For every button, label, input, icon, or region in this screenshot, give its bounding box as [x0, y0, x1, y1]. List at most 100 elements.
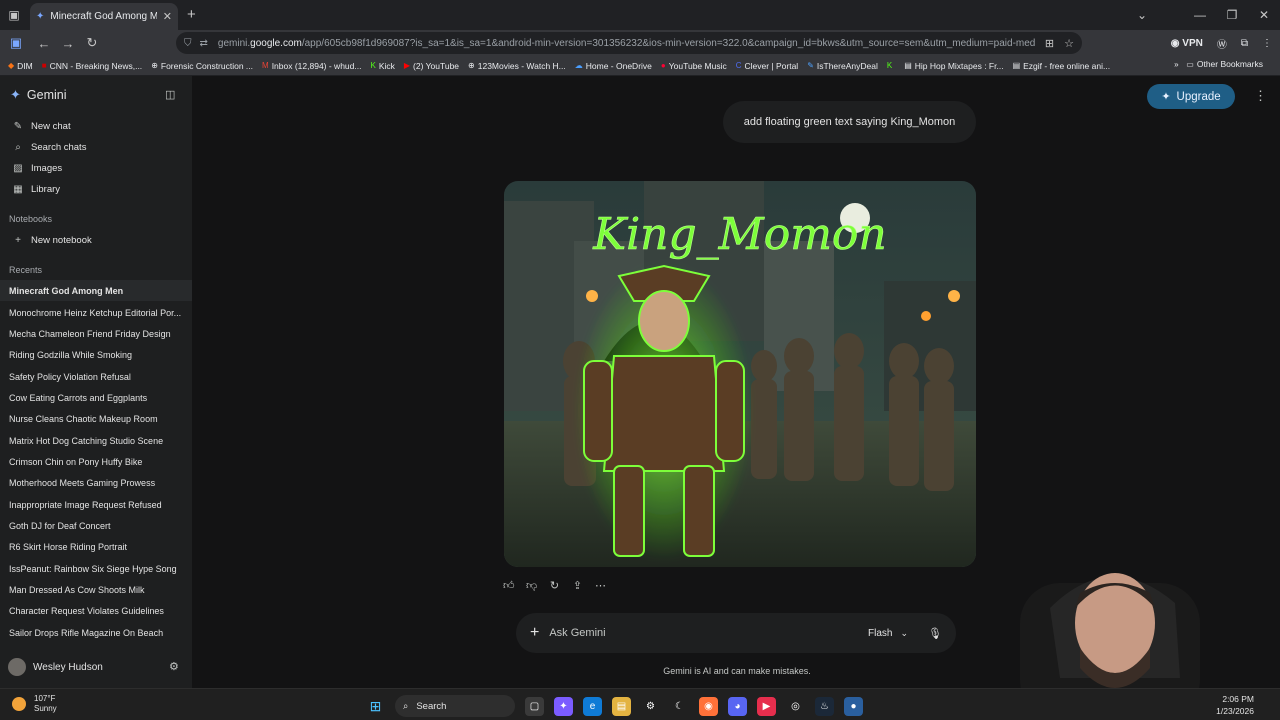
new-notebook-button[interactable]: + New notebook [12, 235, 92, 246]
recent-chat-item[interactable]: Character Request Violates Guidelines [0, 600, 192, 621]
edge-icon[interactable]: e [583, 696, 602, 716]
install-app-icon[interactable]: ⊞ [1045, 37, 1054, 50]
search-chats-button[interactable]: ⌕ Search chats [12, 142, 86, 153]
recent-chat-item[interactable]: Sailor Drops Rifle Magazine On Beach [0, 622, 192, 643]
url-text[interactable]: gemini.google.com/app/605cb98f1d969087?i… [218, 38, 1035, 49]
user-name: Wesley Hudson [33, 661, 103, 673]
sidebar-panel-icon[interactable]: ▣ [4, 35, 28, 51]
extension-w-icon[interactable]: Ⓦ [1217, 36, 1227, 51]
user-account[interactable]: Wesley Hudson [8, 658, 103, 676]
bookmark-item[interactable]: K Kick [370, 61, 394, 71]
recent-chat-item[interactable]: Riding Godzilla While Smoking [0, 344, 192, 365]
site-info-icon[interactable]: ⛉ [184, 38, 192, 49]
recent-chat-item[interactable]: Safety Policy Violation Refusal [0, 366, 192, 387]
bookmark-star-icon[interactable]: ☆ [1064, 37, 1074, 50]
copilot-icon[interactable]: ✦ [554, 696, 573, 716]
app-icon[interactable]: ☾ [670, 697, 689, 716]
more-icon[interactable]: ⋯ [595, 579, 606, 592]
collapse-sidebar-icon[interactable]: ◫ [165, 88, 175, 101]
upgrade-button[interactable]: ✦ Upgrade [1147, 84, 1235, 109]
recents-heading: Recents [9, 265, 43, 275]
bookmark-item[interactable]: ▤ Hip Hop Mixtapes : Fr... [904, 61, 1003, 71]
share-icon[interactable]: ⇪ [572, 579, 583, 592]
recent-chat-item[interactable]: Monochrome Heinz Ketchup Editorial Por..… [0, 302, 192, 323]
regenerate-icon[interactable]: ↻ [549, 579, 560, 592]
edit-icon: ✎ [13, 121, 23, 132]
bookmark-item[interactable]: ☁ Home - OneDrive [575, 61, 652, 71]
discord-icon[interactable]: ◕ [728, 696, 747, 716]
chrome-icon[interactable]: ◎ [786, 697, 805, 716]
more-options-icon[interactable]: ⋮ [1254, 88, 1267, 104]
bookmark-item[interactable]: C Clever | Portal [736, 61, 798, 71]
obs-icon[interactable]: ● [844, 696, 863, 716]
minimize-icon[interactable]: — [1184, 8, 1216, 22]
generated-image[interactable]: King_Momon [504, 181, 976, 567]
settings-icon[interactable]: ⚙ [641, 697, 660, 716]
generated-image-art: King_Momon [504, 181, 976, 567]
system-clock[interactable]: 2:06 PM 1/23/2026 [1216, 693, 1254, 717]
new-tab-icon[interactable]: + [187, 6, 196, 23]
extensions-puzzle-icon[interactable]: ⧉ [1241, 38, 1248, 49]
firefox-icon[interactable]: ◉ [699, 696, 718, 716]
windows-start-icon[interactable]: ⊞ [366, 697, 385, 716]
thumbs-up-icon[interactable]: 👍︎ [503, 579, 515, 592]
settings-gear-icon[interactable]: ⚙ [169, 660, 179, 673]
bookmark-item[interactable]: ■ CNN - Breaking News,... [42, 61, 142, 71]
back-icon[interactable]: ← [32, 36, 56, 51]
recent-chat-item[interactable]: Minecraft God Among Men [0, 280, 192, 301]
recent-chat-item[interactable]: Mecha Chameleon Friend Friday Design [0, 323, 192, 344]
recent-chat-item[interactable]: Nurse Cleans Chaotic Makeup Room [0, 408, 192, 429]
reload-icon[interactable]: ↻ [80, 35, 104, 51]
recent-chat-item[interactable]: Crimson Chin on Pony Huffy Bike [0, 451, 192, 472]
bookmark-item[interactable]: ▤ Ezgif - free online ani... [1013, 61, 1111, 71]
close-window-icon[interactable]: ✕ [1248, 8, 1280, 22]
model-selector[interactable]: Flash ⌄ [868, 628, 908, 639]
recent-chat-item[interactable]: Motherhood Meets Gaming Prowess [0, 472, 192, 493]
images-button[interactable]: ▨ Images [12, 163, 62, 174]
recent-chat-item[interactable]: Cow Eating Carrots and Eggplants [0, 387, 192, 408]
tab-actions-icon[interactable]: ▣ [0, 1, 28, 29]
address-bar[interactable]: ⛉ ⇄ gemini.google.com/app/605cb98f1d9690… [176, 32, 1082, 54]
library-button[interactable]: ▦ Library [12, 184, 60, 195]
tab-search-chevron-icon[interactable]: ⌄ [1122, 8, 1162, 22]
prompt-box: + Flash⌄ 🎙︎ [516, 613, 956, 653]
bookmark-item[interactable]: ◆ DIM [8, 61, 33, 71]
maximize-icon[interactable]: ❐ [1216, 8, 1248, 22]
recent-chat-item[interactable]: Inappropriate Image Request Refused [0, 494, 192, 515]
browser-menu-icon[interactable]: ⋮ [1262, 38, 1272, 49]
recent-chat-item[interactable]: R6 Skirt Horse Riding Portrait [0, 536, 192, 557]
recent-chat-item[interactable]: Goth DJ for Deaf Concert [0, 515, 192, 536]
image-floating-text: King_Momon [592, 209, 887, 260]
vpn-button[interactable]: ◉ VPN [1171, 38, 1203, 49]
media-player-icon[interactable]: ▶ [757, 696, 776, 716]
bookmark-item[interactable]: ● YouTube Music [661, 61, 727, 71]
prompt-input[interactable] [549, 627, 869, 639]
recent-chat-item[interactable]: Matrix Hot Dog Catching Studio Scene [0, 430, 192, 451]
bookmark-item[interactable]: ⊕ 123Movies - Watch H... [468, 61, 566, 71]
gemini-logo[interactable]: ✦ Gemini [10, 87, 67, 103]
new-chat-button[interactable]: ✎ New chat [12, 121, 71, 132]
search-icon: ⌕ [403, 700, 409, 712]
add-attachment-icon[interactable]: + [530, 624, 539, 642]
bookmark-item[interactable]: K [887, 61, 895, 70]
forward-icon[interactable]: → [56, 36, 80, 51]
close-tab-icon[interactable]: ✕ [163, 10, 172, 23]
microphone-icon[interactable]: 🎙︎ [928, 627, 942, 640]
recent-chat-item[interactable]: Man Dressed As Cow Shoots Milk [0, 579, 192, 600]
bookmark-item[interactable]: ✎ IsThereAnyDeal [807, 61, 878, 71]
user-message-bubble: add floating green text saying King_Momo… [723, 101, 976, 143]
weather-widget[interactable]: 107°F Sunny [12, 694, 57, 714]
recent-chat-item[interactable]: IssPeanut: Rainbow Six Siege Hype Song [0, 558, 192, 579]
page-controls-icon[interactable]: ⇄ [200, 38, 208, 49]
bookmark-item[interactable]: ▶ (2) YouTube [404, 61, 459, 71]
task-view-icon[interactable]: ▢ [525, 696, 544, 716]
image-icon: ▨ [13, 163, 23, 174]
bookmark-item[interactable]: ⊕ Forensic Construction ... [151, 61, 253, 71]
file-explorer-icon[interactable]: ▤ [612, 696, 631, 716]
active-tab[interactable]: ✦ Minecraft God Among Men - G ✕ [30, 3, 178, 30]
thumbs-down-icon[interactable]: 👎︎ [526, 579, 537, 592]
other-bookmarks[interactable]: » ▭ Other Bookmarks [1174, 59, 1263, 69]
steam-icon[interactable]: ♨ [815, 696, 834, 716]
bookmark-item[interactable]: M Inbox (12,894) - whud... [262, 61, 361, 71]
taskbar-search[interactable]: ⌕ Search [395, 695, 515, 717]
